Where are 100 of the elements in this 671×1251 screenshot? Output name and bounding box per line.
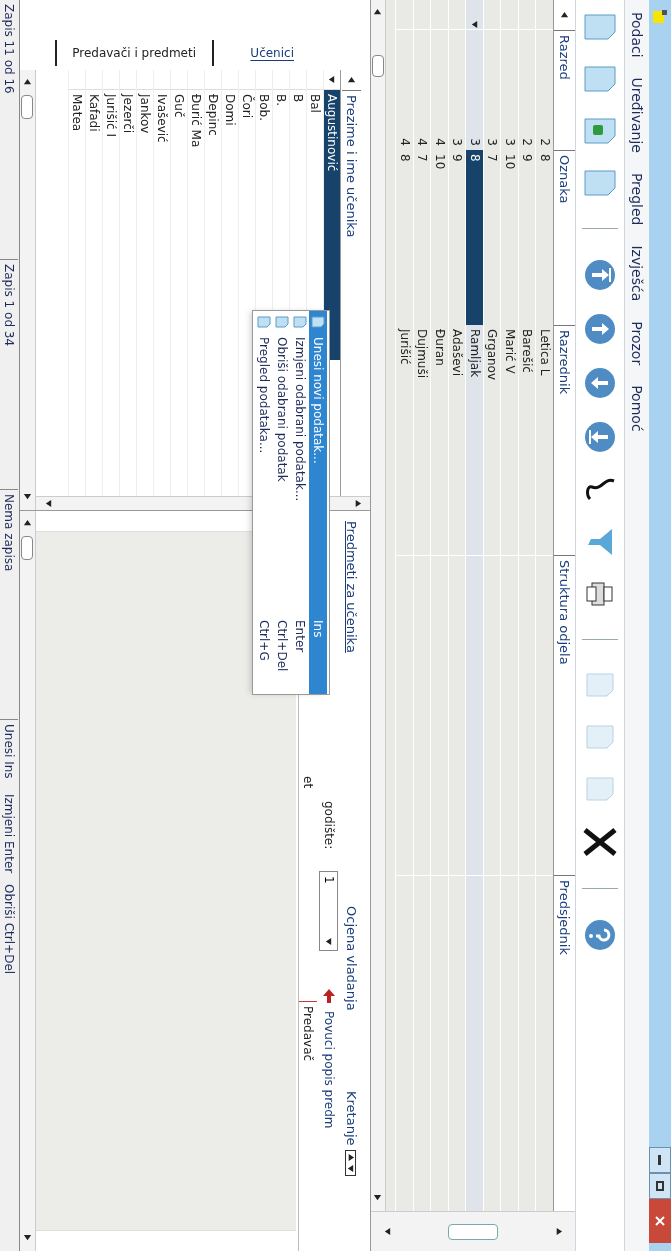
column-header[interactable]: et: [299, 776, 317, 1001]
pull-link[interactable]: Povuci popis predm: [320, 1011, 338, 1129]
year-dropdown[interactable]: 1: [319, 871, 339, 951]
table-row[interactable]: 4 7 Dujmuši: [413, 0, 431, 1211]
menu-item[interactable]: Izmjeni odabrani podatak... Enter: [291, 311, 309, 694]
scrollbar-thumb[interactable]: [21, 95, 34, 119]
table-cell-text: 4: [431, 137, 448, 148]
status-text: Zapis 11 od 16: [0, 0, 19, 260]
table-cell-text: Grganov: [484, 328, 501, 383]
spin-control[interactable]: [345, 1149, 357, 1176]
scrollbar-thumb[interactable]: [448, 1223, 498, 1240]
close-icon: [655, 1216, 665, 1226]
table-cell-text: Ramljak: [466, 328, 483, 380]
list-item[interactable]: Domi: [222, 90, 238, 130]
table-cell-text: 2: [536, 137, 553, 148]
app-icon: [652, 8, 668, 24]
table-row[interactable]: 4 10 Đuran: [430, 0, 448, 1211]
menu-item[interactable]: Pomoć: [626, 385, 648, 432]
column-header[interactable]: Oznaka: [554, 150, 575, 325]
menu-item[interactable]: Pregled: [626, 172, 648, 226]
list-item[interactable]: Jurišić I: [103, 90, 119, 141]
menu-item[interactable]: Izvješća: [626, 245, 648, 302]
document-icon: [275, 315, 289, 329]
scrollbar-thumb[interactable]: [372, 55, 384, 77]
document-icon: [293, 315, 307, 329]
table-row[interactable]: 2 8 Letica L: [535, 0, 553, 1211]
status-text: Nema zapisa: [0, 490, 19, 720]
table-cell-text: Jurišić: [396, 327, 413, 367]
list-item[interactable]: Guč: [171, 90, 187, 122]
table-cell-text: 3: [484, 137, 501, 148]
table-cell: 8: [466, 150, 483, 325]
table-cell-text: 3: [449, 137, 466, 148]
table-cell-text: 7: [484, 153, 501, 164]
menu-item[interactable]: Uređivanje: [626, 77, 648, 153]
table-cell-text: Marić V: [501, 328, 518, 376]
table-cell-text: 3: [501, 137, 518, 148]
table-cell-text: 8: [536, 153, 553, 164]
table-row[interactable]: 3 9 Adaševi: [448, 0, 466, 1211]
table-cell-text: Adaševi: [449, 328, 466, 379]
list-item[interactable]: Kafadi: [86, 90, 102, 136]
list-item[interactable]: Jezerči: [120, 90, 136, 138]
document-icon[interactable]: [583, 116, 617, 146]
table-row[interactable]: 3 10 Marić V: [500, 0, 518, 1211]
list-item[interactable]: B.: [273, 90, 289, 111]
list-item[interactable]: Matea: [69, 90, 85, 136]
table-cell-text: Letica L: [536, 328, 553, 378]
table-row[interactable]: 2 9 Barešić: [518, 0, 536, 1211]
column-header[interactable]: Predavač: [299, 1001, 317, 1062]
close-icon[interactable]: [582, 826, 618, 858]
scrollbar-thumb[interactable]: [21, 536, 34, 560]
list-item[interactable]: Bob.: [256, 90, 272, 125]
panel-title[interactable]: Predmeti za učenika: [341, 521, 361, 906]
list-item[interactable]: Đepinc: [205, 90, 221, 140]
menu-item[interactable]: Pregled podataka... Ctrl+G: [255, 311, 273, 694]
list-item[interactable]: Jankov: [137, 90, 153, 138]
minimize-button[interactable]: [649, 1147, 671, 1173]
status-text: Zapis 1 od 34: [0, 260, 19, 490]
status-text: Unesi Ins: [1, 723, 18, 781]
tab[interactable]: Predavači i predmeti: [54, 40, 215, 66]
tab[interactable]: Učenici: [234, 40, 310, 66]
menu-item[interactable]: Podaci: [626, 12, 648, 58]
printer-icon[interactable]: [584, 579, 616, 609]
status-text: Izmjeni Enter: [1, 793, 18, 876]
menu-item[interactable]: Unesi novi podatak... Ins: [309, 311, 327, 694]
table-cell-text: Đuran: [431, 328, 448, 368]
table-cell-text: 9: [449, 153, 466, 164]
close-button[interactable]: [649, 1199, 671, 1243]
table-cell-text: 2: [519, 137, 536, 148]
status-text: Obriši Ctrl+Del: [1, 883, 18, 977]
table-cell-text: Barešić: [519, 328, 536, 375]
help-icon[interactable]: [584, 919, 616, 951]
list-item[interactable]: Ivašević: [154, 90, 170, 147]
list-item[interactable]: Đurić Ma: [188, 90, 204, 152]
field-label: Kretanje: [342, 1091, 360, 1146]
table-cell-text: 9: [519, 153, 536, 164]
document-icon: [311, 315, 325, 329]
table-cell-text: 4: [396, 137, 413, 148]
menu-item[interactable]: Obriši odabrani podatak Ctrl+Del: [273, 311, 291, 694]
column-header[interactable]: Struktura odjela: [554, 555, 575, 875]
list-item[interactable]: B: [290, 90, 306, 107]
maximize-button[interactable]: [649, 1173, 671, 1199]
list-item[interactable]: Augustinović: [324, 90, 340, 360]
table-cell-text: 7: [414, 153, 431, 164]
field-label: Ocjena vladanja: [342, 906, 360, 1013]
table-cell-text: 8: [396, 153, 413, 164]
table-cell-text: 3: [466, 137, 483, 148]
column-header[interactable]: Razred: [554, 30, 575, 150]
table-cell-text: 10: [501, 153, 518, 172]
table-row[interactable]: 3 8 Ramljak: [465, 0, 483, 1211]
document-icon: [257, 315, 271, 329]
list-item[interactable]: Čori: [239, 90, 255, 122]
field-label: godište:: [321, 801, 337, 852]
column-header[interactable]: Predsjednik: [554, 875, 575, 1195]
column-header[interactable]: Razrednik: [554, 325, 575, 555]
menu-item[interactable]: Prozor: [626, 321, 648, 366]
table-cell-text: 10: [431, 153, 448, 172]
table-row[interactable]: 4 8 Jurišić: [395, 0, 413, 1211]
table-cell-text: 4: [414, 137, 431, 148]
list-item[interactable]: Bal: [307, 90, 323, 117]
table-cell-text: Dujmuši: [414, 328, 431, 381]
